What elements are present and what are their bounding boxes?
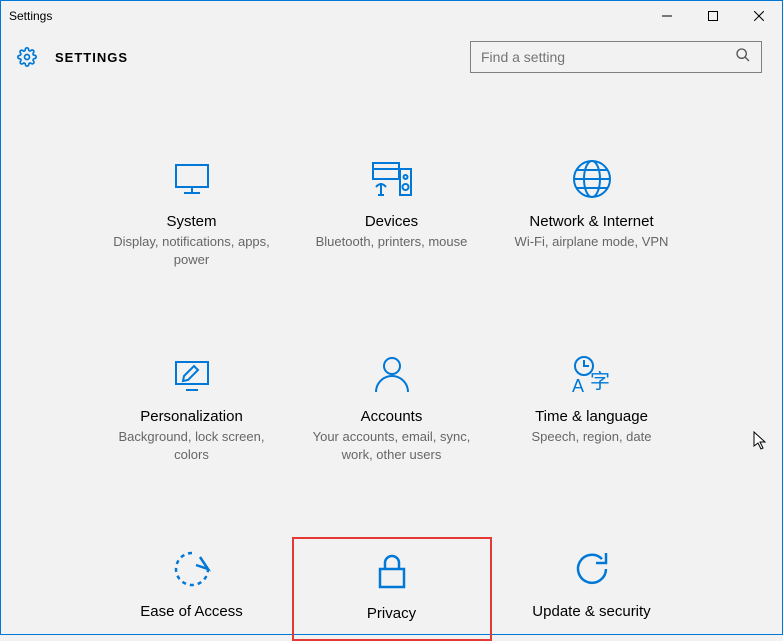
tile-time-language[interactable]: A 字 Time & language Speech, region, date	[492, 342, 692, 477]
svg-text:字: 字	[590, 370, 610, 393]
page-title: SETTINGS	[55, 50, 128, 65]
gear-icon	[17, 47, 37, 67]
accounts-icon	[370, 352, 414, 396]
tile-update-security[interactable]: Update & security	[492, 537, 692, 641]
globe-icon	[570, 157, 614, 201]
tile-title: Network & Internet	[529, 213, 653, 230]
tile-subtitle: Display, notifications, apps, power	[107, 233, 277, 268]
close-button[interactable]	[736, 1, 782, 31]
minimize-button[interactable]	[644, 1, 690, 31]
search-box[interactable]	[470, 41, 762, 73]
window-title: Settings	[9, 9, 52, 23]
tile-personalization[interactable]: Personalization Background, lock screen,…	[92, 342, 292, 477]
personalization-icon	[170, 352, 214, 396]
tile-title: Accounts	[361, 408, 423, 425]
tile-devices[interactable]: Devices Bluetooth, printers, mouse	[292, 147, 492, 282]
tile-subtitle: Speech, region, date	[532, 428, 652, 446]
tile-ease-of-access[interactable]: Ease of Access	[92, 537, 292, 641]
tile-network[interactable]: Network & Internet Wi-Fi, airplane mode,…	[492, 147, 692, 282]
tile-subtitle: Your accounts, email, sync, work, other …	[307, 428, 477, 463]
tile-subtitle: Wi-Fi, airplane mode, VPN	[515, 233, 669, 251]
header-left: SETTINGS	[17, 47, 128, 67]
search-input[interactable]	[481, 49, 735, 65]
tile-title: Time & language	[535, 408, 648, 425]
devices-icon	[370, 157, 414, 201]
tile-system[interactable]: System Display, notifications, apps, pow…	[92, 147, 292, 282]
update-icon	[570, 547, 614, 591]
header: SETTINGS	[1, 31, 782, 87]
ease-of-access-icon	[170, 547, 214, 591]
time-language-icon: A 字	[570, 352, 614, 396]
tile-subtitle: Background, lock screen, colors	[107, 428, 277, 463]
window-controls	[644, 1, 782, 31]
tile-title: Devices	[365, 213, 418, 230]
tile-accounts[interactable]: Accounts Your accounts, email, sync, wor…	[292, 342, 492, 477]
tile-subtitle: Bluetooth, printers, mouse	[316, 233, 468, 251]
titlebar: Settings	[1, 1, 782, 31]
system-icon	[170, 157, 214, 201]
search-icon	[735, 47, 751, 68]
lock-icon	[370, 549, 414, 593]
maximize-button[interactable]	[690, 1, 736, 31]
settings-grid: System Display, notifications, apps, pow…	[1, 87, 782, 641]
tile-title: Ease of Access	[140, 603, 243, 620]
svg-text:A: A	[572, 376, 584, 396]
tile-title: System	[166, 213, 216, 230]
tile-title: Update & security	[532, 603, 650, 620]
tile-privacy[interactable]: Privacy	[292, 537, 492, 641]
tile-title: Personalization	[140, 408, 243, 425]
tile-title: Privacy	[367, 605, 416, 622]
